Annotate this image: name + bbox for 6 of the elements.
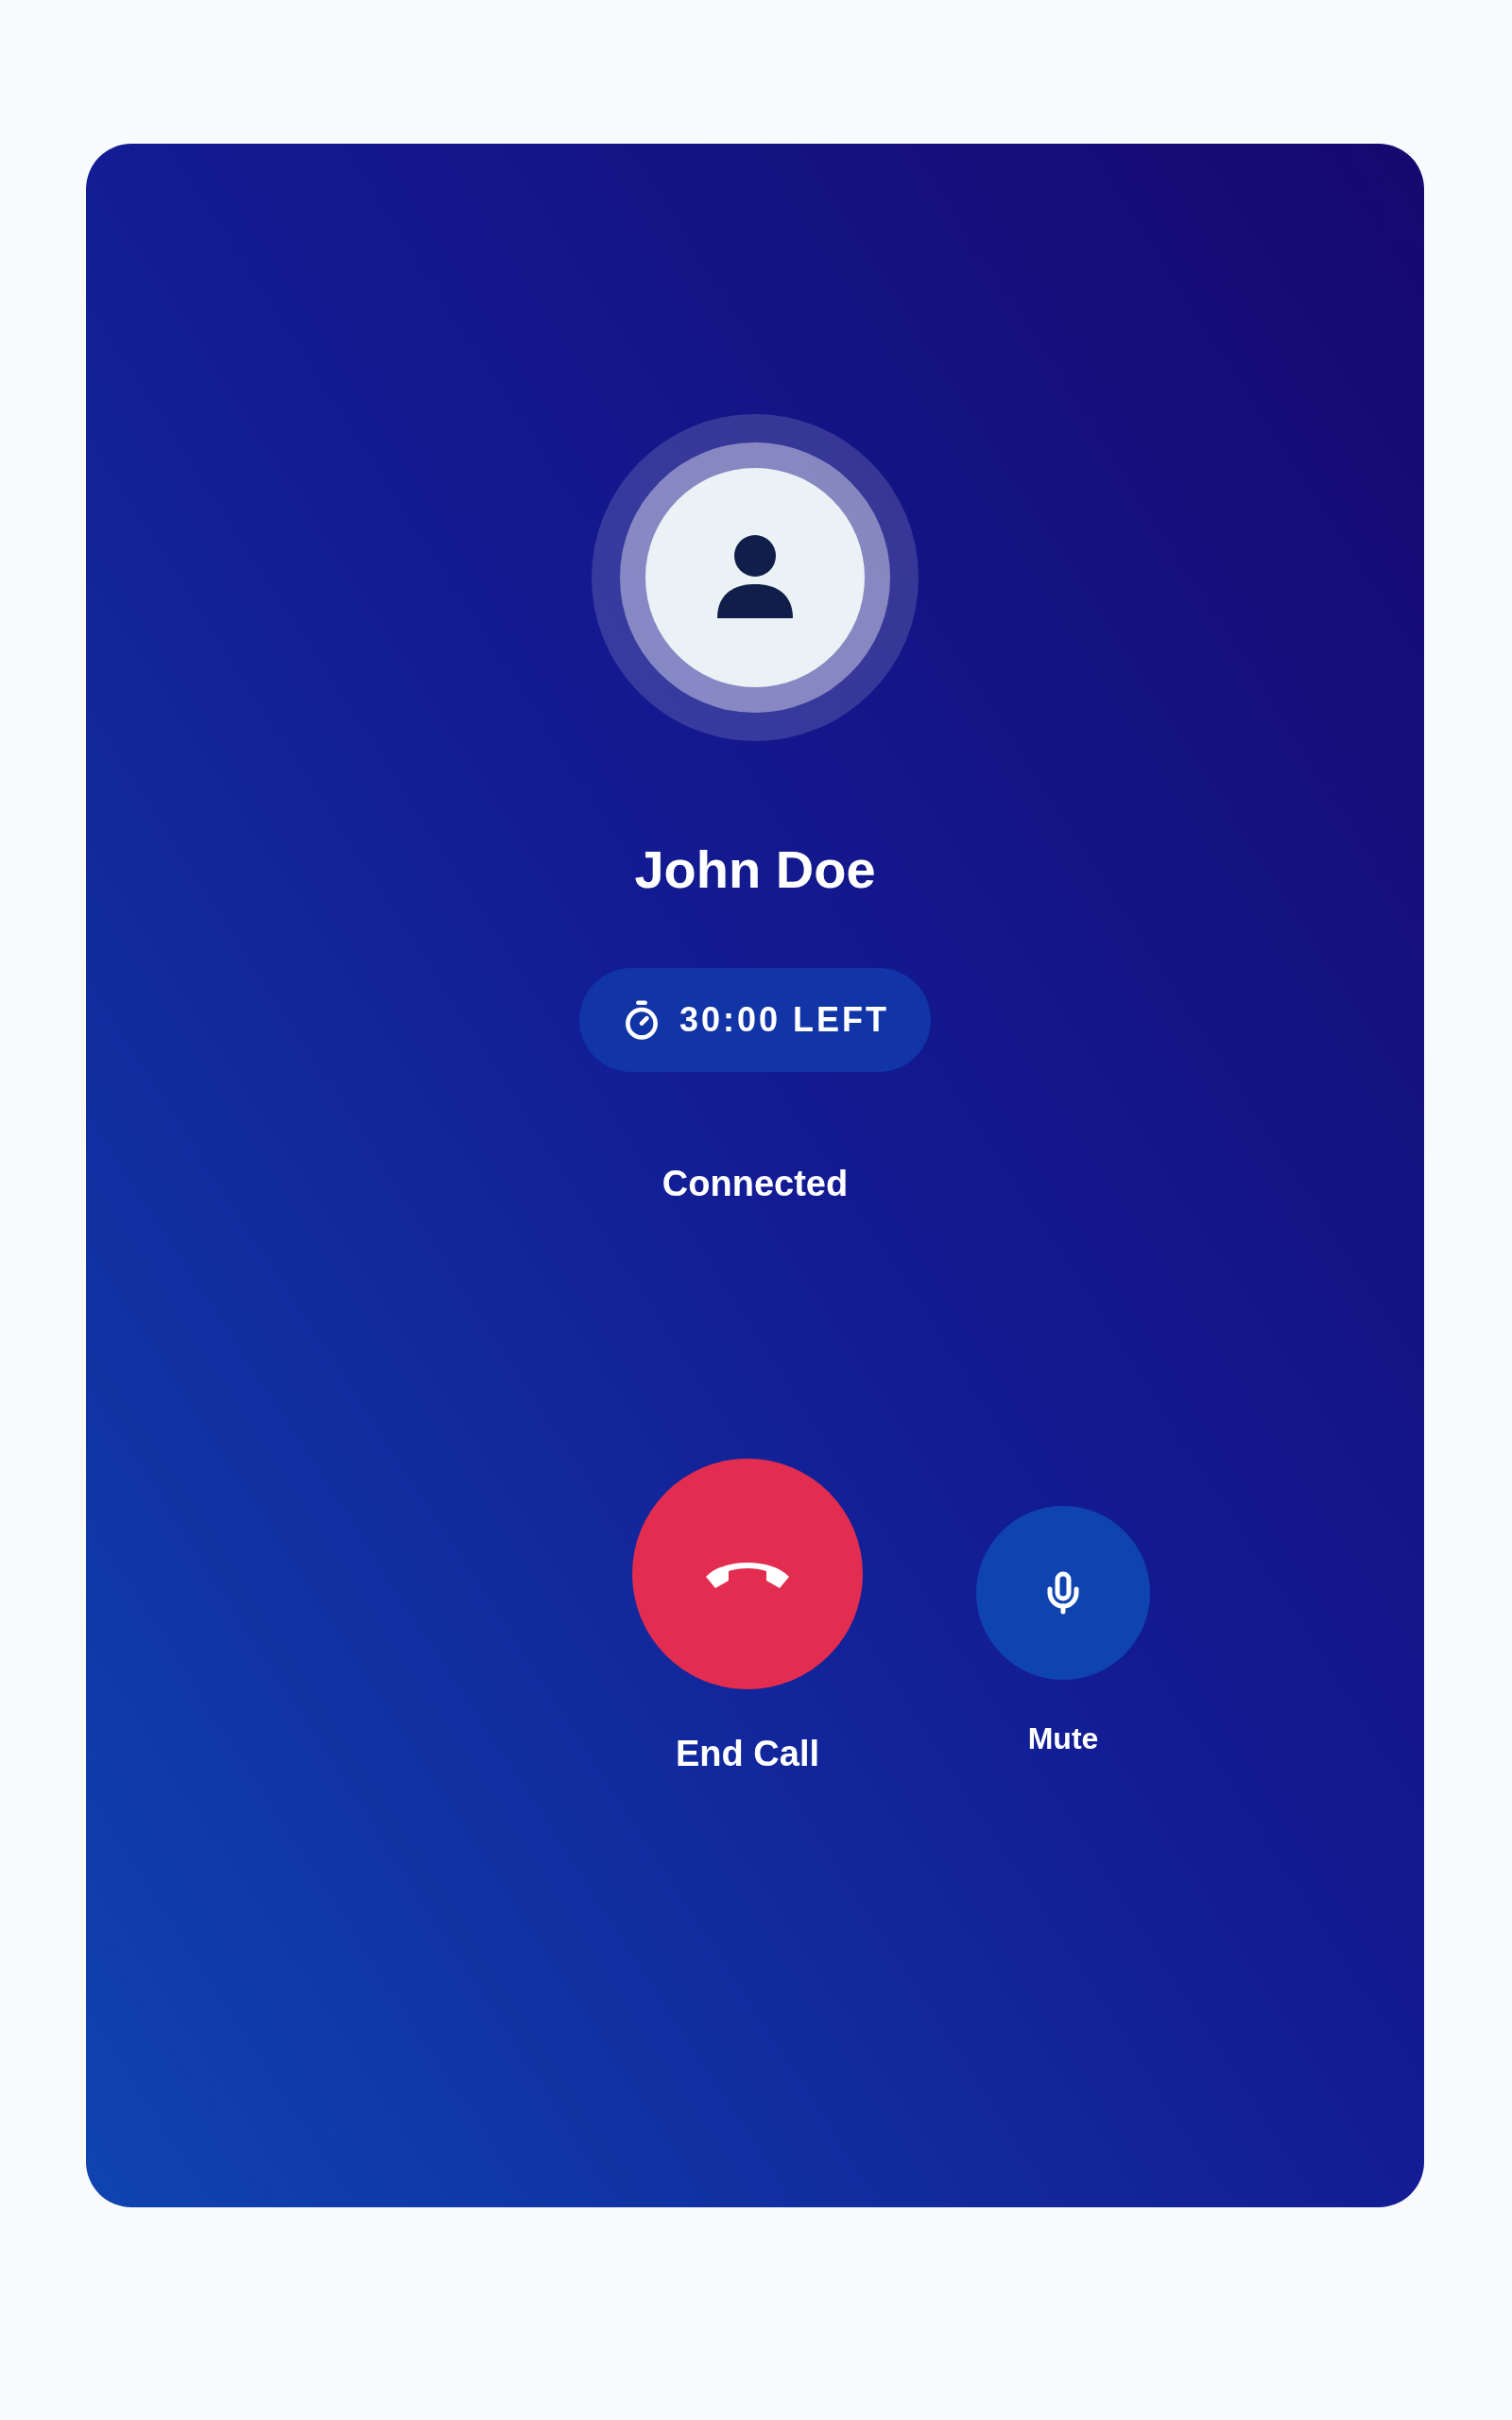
contact-name: John Doe (634, 843, 876, 896)
call-status: Connected (662, 1163, 849, 1205)
mute-label: Mute (1027, 1720, 1099, 1757)
end-call-label: End Call (676, 1733, 819, 1775)
time-left: 30:00 LEFT (679, 999, 890, 1041)
person-icon (717, 535, 793, 620)
